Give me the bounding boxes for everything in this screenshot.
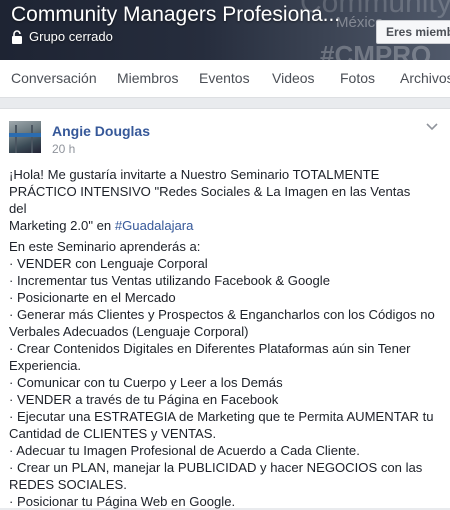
group-privacy-status: Grupo cerrado xyxy=(11,28,113,46)
post-list-item: · Incrementar tus Ventas utilizando Face… xyxy=(9,273,330,288)
post-intro: ¡Hola! Me gustaría invitarte a Nuestro S… xyxy=(9,166,429,234)
group-cover: Community Managers P México #CMPRO Commu… xyxy=(0,0,450,60)
post-list-item: · Posicionar tu Página Web en Google. xyxy=(9,494,236,509)
post-intro-line: Marketing 2.0" en #Guadalajara xyxy=(9,218,194,233)
group-title[interactable]: Community Managers Profesiona... xyxy=(11,1,340,29)
post-timestamp[interactable]: 20 h xyxy=(52,142,75,156)
tab-miembros[interactable]: Miembros xyxy=(117,70,178,86)
author-avatar[interactable] xyxy=(9,121,41,153)
tab-archivos[interactable]: Archivos xyxy=(400,70,450,86)
tab-conversacion[interactable]: Conversación xyxy=(11,70,97,86)
post-list-item: Experiencia. xyxy=(9,358,82,373)
post-list-item: · Generar más Clientes y Prospectos & En… xyxy=(9,307,435,322)
post-list-heading: En este Seminario aprenderás a: xyxy=(9,239,201,254)
post-list-item: · Comunicar con tu Cuerpo y Leer a los D… xyxy=(9,375,283,390)
post-list-item: · VENDER a través de tu Página en Facebo… xyxy=(9,392,279,407)
post-card: Angie Douglas 20 h ¡Hola! Me gustaría in… xyxy=(0,108,450,510)
post-list-item: · Ejecutar una ESTRATEGIA de Marketing q… xyxy=(9,409,434,424)
group-tabs: Conversación Miembros Eventos Videos Fot… xyxy=(0,60,450,98)
post-list-item: · Posicionarte en el Mercado xyxy=(9,290,176,305)
post-author[interactable]: Angie Douglas xyxy=(52,123,150,139)
hashtag-link[interactable]: #Guadalajara xyxy=(115,218,194,233)
tab-eventos[interactable]: Eventos xyxy=(199,70,250,86)
group-status-label: Grupo cerrado xyxy=(29,29,113,44)
post-intro-line: ¡Hola! Me gustaría invitarte a Nuestro S… xyxy=(9,167,380,182)
post-list-item: REDES SOCIALES. xyxy=(9,477,127,492)
post-list-item: Verbales Adecuados (Lenguaje Corporal) xyxy=(9,324,249,339)
chevron-down-icon[interactable] xyxy=(425,121,439,133)
post-list-item: · Adecuar tu Imagen Profesional de Acuer… xyxy=(9,443,360,458)
post-body: ¡Hola! Me gustaría invitarte a Nuestro S… xyxy=(9,166,435,510)
tab-videos[interactable]: Videos xyxy=(272,70,315,86)
tab-fotos[interactable]: Fotos xyxy=(340,70,375,86)
post-intro-line: PRÁCTICO INTENSIVO "Redes Sociales & La … xyxy=(9,184,411,216)
post-list-item: Cantidad de CLIENTES y VENTAS. xyxy=(9,426,217,441)
post-list-item: · Crear un PLAN, manejar la PUBLICIDAD y… xyxy=(9,460,423,475)
joined-member-button[interactable]: Eres miembro xyxy=(376,20,450,44)
post-list-item: · Crear Contenidos Digitales en Diferent… xyxy=(9,341,411,356)
lock-icon xyxy=(12,30,22,44)
post-list-item: · VENDER con Lenguaje Corporal xyxy=(9,256,208,271)
